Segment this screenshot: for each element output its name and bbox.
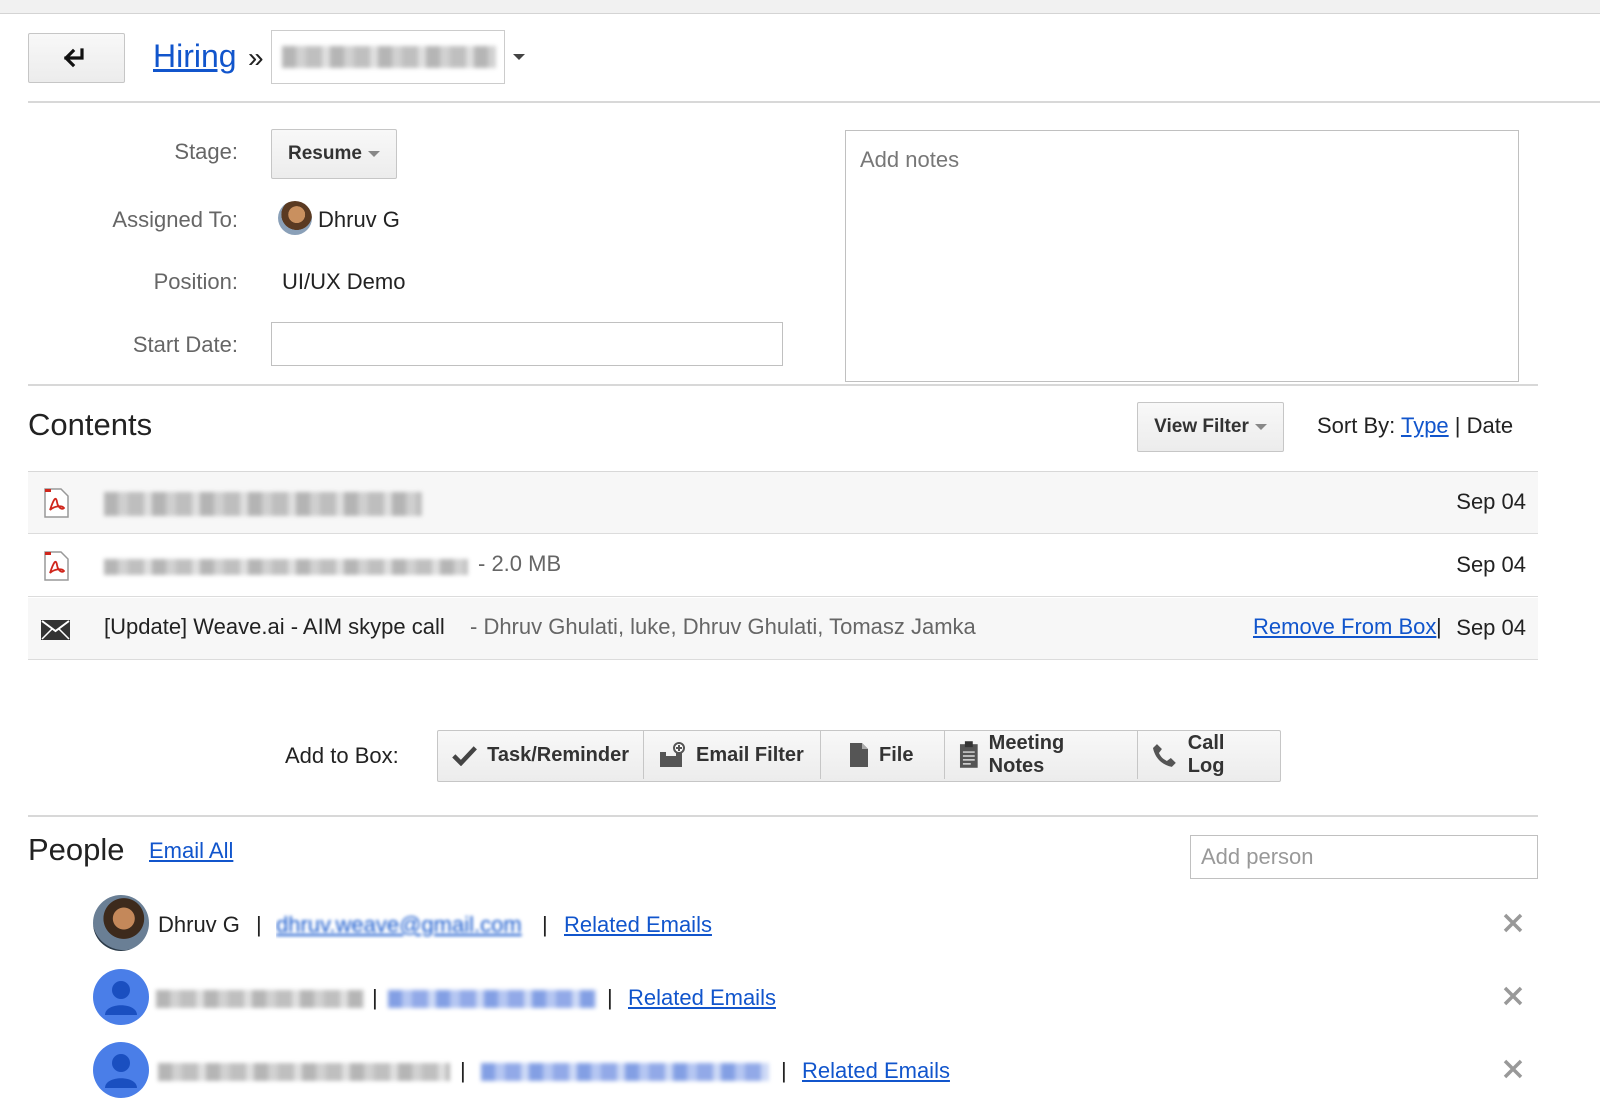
content-row[interactable]: [Update] Weave.ai - AIM skype call - Dhr…	[28, 598, 1538, 660]
notes-textarea[interactable]: Add notes	[845, 130, 1519, 382]
redacted-person-email[interactable]	[388, 990, 596, 1008]
add-to-box-toolbar: Task/Reminder Email Filter File Meeting …	[437, 730, 1281, 782]
add-person-input[interactable]: Add person	[1190, 835, 1538, 879]
avatar	[93, 895, 149, 951]
close-icon[interactable]	[1502, 912, 1524, 934]
start-date-label: Start Date:	[132, 332, 238, 357]
redacted-file-name	[104, 559, 468, 575]
file-icon	[850, 743, 868, 767]
redacted-file-name	[104, 492, 422, 516]
sort-by-date[interactable]: Date	[1467, 413, 1513, 438]
email-all-link[interactable]: Email All	[149, 838, 233, 864]
stage-value: Resume	[288, 143, 362, 164]
add-to-box-label: Add to Box:	[285, 743, 399, 768]
file-label: File	[879, 743, 914, 766]
view-filter-button[interactable]: View Filter	[1137, 402, 1284, 452]
task-reminder-label: Task/Reminder	[487, 743, 629, 766]
sort-by: Sort By: Type | Date	[1317, 413, 1513, 439]
clipboard-icon	[959, 741, 978, 768]
person-icon	[105, 981, 137, 1015]
close-icon[interactable]	[1502, 1058, 1524, 1080]
pdf-icon	[44, 551, 69, 581]
related-emails-link[interactable]: Related Emails	[628, 985, 776, 1011]
row-separator: |	[1436, 614, 1442, 639]
position-value: UI/UX Demo	[282, 269, 406, 294]
task-reminder-button[interactable]: Task/Reminder	[438, 731, 644, 779]
redacted-person-name	[156, 990, 364, 1008]
row-date: Sep 04	[1456, 489, 1526, 514]
contents-title: Contents	[28, 407, 153, 442]
view-filter-label: View Filter	[1154, 416, 1249, 437]
person-name: Dhruv G	[158, 912, 240, 937]
breadcrumb-separator: »	[248, 42, 264, 73]
email-filter-icon	[660, 742, 685, 767]
top-bar	[0, 0, 1600, 14]
email-subject[interactable]: [Update] Weave.ai - AIM skype call	[104, 614, 445, 640]
call-log-label: Call Log	[1187, 732, 1225, 777]
related-emails-link[interactable]: Related Emails	[564, 912, 712, 938]
default-avatar	[93, 1042, 149, 1098]
person-separator: |	[372, 985, 378, 1010]
meeting-notes-button[interactable]: Meeting Notes	[945, 731, 1138, 779]
row-date: Sep 04	[1456, 615, 1526, 640]
person-separator: |	[781, 1058, 787, 1083]
person-separator: |	[256, 912, 262, 937]
person-email-link[interactable]: dhruv.weave@gmail.com	[276, 905, 532, 939]
assignee-avatar	[278, 201, 312, 235]
row-date: Sep 04	[1456, 552, 1526, 577]
person-separator: |	[460, 1058, 466, 1083]
position-label: Position:	[153, 269, 238, 294]
person-separator: |	[542, 912, 548, 937]
people-title: People	[28, 832, 125, 867]
content-row[interactable]: - 2.0 MB Sep 04	[28, 535, 1538, 597]
checkmark-icon	[452, 746, 477, 766]
related-emails-link[interactable]: Related Emails	[802, 1058, 950, 1084]
divider	[28, 101, 1600, 103]
breadcrumb-hiring-link[interactable]: Hiring	[153, 38, 237, 75]
chevron-down-icon	[1254, 424, 1267, 430]
back-button[interactable]	[28, 33, 125, 83]
pdf-icon	[44, 488, 69, 518]
default-avatar	[93, 969, 149, 1025]
content-row[interactable]: Sep 04	[28, 472, 1538, 534]
back-arrow-icon	[63, 48, 84, 68]
redacted-person-name	[158, 1063, 450, 1081]
person-icon	[105, 1054, 137, 1088]
email-participants: - Dhruv Ghulati, luke, Dhruv Ghulati, To…	[470, 614, 976, 639]
divider	[28, 384, 1538, 386]
person-separator: |	[607, 985, 613, 1010]
call-log-button[interactable]: Call Log	[1138, 731, 1280, 779]
close-icon[interactable]	[1502, 985, 1524, 1007]
sort-by-label: Sort By:	[1317, 413, 1396, 438]
sort-by-type-link[interactable]: Type	[1401, 413, 1449, 438]
meeting-notes-label: Meeting Notes	[988, 732, 1065, 777]
assigned-to-value[interactable]: Dhruv G	[318, 207, 400, 233]
start-date-input[interactable]	[271, 322, 783, 366]
box-name-dropdown-icon[interactable]	[513, 54, 525, 60]
email-filter-label: Email Filter	[696, 743, 804, 766]
email-filter-button[interactable]: Email Filter	[644, 731, 821, 779]
file-button[interactable]: File	[821, 731, 945, 779]
redacted-person-email[interactable]	[481, 1063, 769, 1081]
sort-separator: |	[1454, 413, 1461, 438]
assigned-to-label: Assigned To:	[112, 207, 238, 232]
box-name-field[interactable]	[271, 30, 505, 84]
redacted-box-name	[282, 46, 496, 68]
stage-label: Stage:	[174, 139, 238, 164]
remove-from-box-link[interactable]: Remove From Box	[1253, 614, 1436, 640]
chevron-down-icon	[367, 151, 380, 157]
email-icon	[41, 620, 70, 640]
stage-dropdown[interactable]: Resume	[271, 129, 397, 179]
divider	[28, 815, 1538, 817]
phone-icon	[1152, 744, 1176, 767]
file-size: - 2.0 MB	[478, 551, 562, 576]
